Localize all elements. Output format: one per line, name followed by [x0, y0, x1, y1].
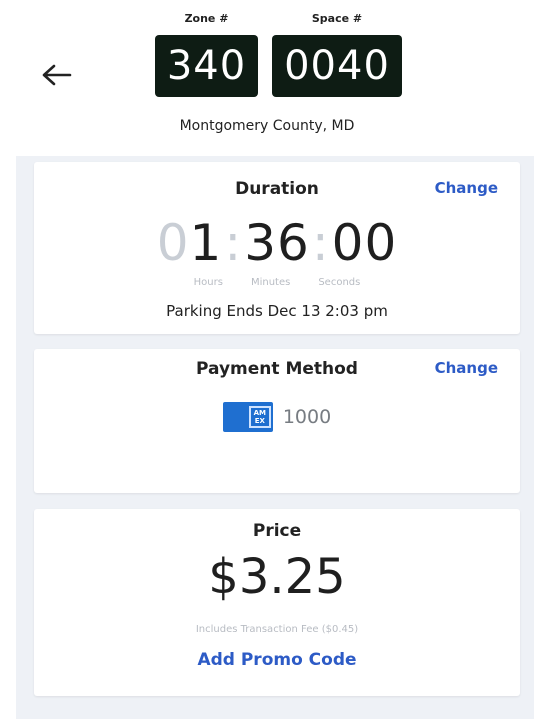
space-label: Space # — [311, 12, 363, 25]
duration-timer[interactable]: 0 1:36:00 — [34, 214, 520, 272]
header: Zone # 340 Space # 0040 Montgomery Count… — [0, 0, 534, 156]
space-group: Space # 0040 — [272, 10, 402, 97]
add-promo-code-link[interactable]: Add Promo Code — [34, 650, 520, 670]
timer-hours-leading: 0 — [156, 214, 190, 272]
timer-separator: : — [224, 214, 243, 272]
unit-hours: Hours — [193, 277, 223, 288]
duration-card: Duration Change 0 1:36:00 Hours Minutes S… — [34, 162, 520, 334]
card-last-digits: 1000 — [282, 406, 332, 428]
change-payment-link[interactable]: Change — [435, 359, 498, 377]
timer-separator: : — [311, 214, 330, 272]
price-amount: $3.25 — [208, 549, 346, 605]
parking-ends-text: Parking Ends Dec 13 2:03 pm — [166, 302, 388, 320]
price-title: Price — [252, 521, 302, 541]
unit-minutes: Minutes — [250, 277, 291, 288]
zone-number[interactable]: 340 — [155, 35, 258, 97]
change-duration-link[interactable]: Change — [435, 179, 498, 197]
timer-hours: 1 — [189, 214, 223, 272]
amex-card-icon: AM EX — [222, 402, 273, 432]
amex-logo: AM EX — [248, 406, 271, 428]
content-area: Duration Change 0 1:36:00 Hours Minutes S… — [16, 156, 534, 719]
back-button[interactable] — [36, 55, 76, 95]
timer-minutes: 36 — [244, 214, 310, 272]
payment-method-row[interactable]: AM EX 1000 — [34, 402, 520, 432]
price-card: Price $3.25 Includes Transaction Fee ($0… — [34, 509, 520, 696]
unit-seconds: Seconds — [318, 277, 361, 288]
arrow-left-icon — [42, 64, 72, 86]
location-label: Montgomery County, MD — [179, 118, 355, 134]
timer-seconds: 00 — [331, 214, 398, 272]
transaction-fee-note: Includes Transaction Fee ($0.45) — [195, 624, 359, 635]
zone-group: Zone # 340 — [155, 10, 258, 97]
payment-card: Payment Method Change AM EX 1000 — [34, 349, 520, 493]
space-number[interactable]: 0040 — [272, 35, 402, 97]
timer-units: Hours Minutes Seconds — [34, 277, 520, 288]
zone-label: Zone # — [184, 12, 229, 25]
